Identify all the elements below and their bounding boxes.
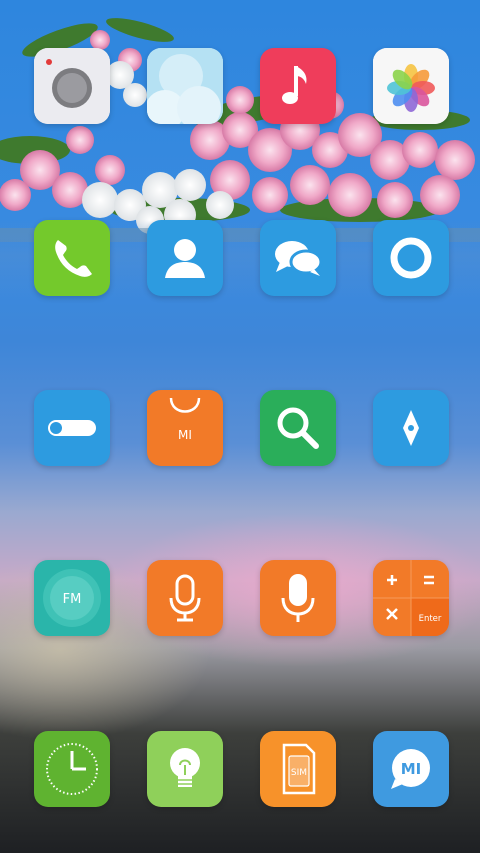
music-note-icon: [282, 66, 307, 104]
shopping-bag-icon: MI: [169, 397, 201, 442]
tips-app[interactable]: [147, 731, 223, 807]
gallery-app[interactable]: [373, 48, 449, 124]
mi-chat-icon: MI: [391, 749, 430, 789]
phone-app[interactable]: [34, 220, 110, 296]
mi-community-label: MI: [401, 760, 422, 778]
settings-app[interactable]: [34, 390, 110, 466]
phone-icon: [55, 240, 92, 277]
fm-radio-icon: FM: [43, 569, 101, 627]
mi-community-app[interactable]: MI: [373, 731, 449, 807]
calculator-enter-label: Enter: [419, 614, 442, 624]
mi-store-label: MI: [178, 428, 192, 442]
search-icon: [277, 407, 319, 449]
clock-icon: [46, 743, 98, 795]
mi-store-app[interactable]: MI: [147, 390, 223, 466]
browser-ring-icon: [390, 237, 432, 279]
contacts-app[interactable]: [147, 220, 223, 296]
recorder-app[interactable]: [147, 560, 223, 636]
clock-app[interactable]: [34, 731, 110, 807]
camera-icon: [34, 48, 110, 124]
app-grid: MI FM Enter SIM MI: [0, 0, 480, 853]
toggle-switch-icon: [48, 420, 96, 436]
search-app[interactable]: [260, 390, 336, 466]
sim-card-icon: SIM: [282, 743, 316, 795]
contact-icon: [165, 239, 205, 278]
camera-app[interactable]: [34, 48, 110, 124]
browser-app[interactable]: [373, 220, 449, 296]
weather-icon: [147, 48, 223, 124]
sim-label: SIM: [291, 768, 307, 778]
microphone-outline-icon: [169, 574, 201, 622]
message-bubbles-icon: [275, 241, 323, 276]
voice-assistant-app[interactable]: [260, 560, 336, 636]
microphone-icon: [281, 574, 315, 622]
messages-app[interactable]: [260, 220, 336, 296]
music-app[interactable]: [260, 48, 336, 124]
fm-label: FM: [63, 592, 82, 607]
calculator-app[interactable]: Enter: [373, 560, 449, 636]
lightbulb-icon: [170, 748, 200, 787]
compass-icon: [403, 410, 419, 446]
weather-app[interactable]: [147, 48, 223, 124]
gallery-flower-icon: [373, 48, 449, 124]
sim-toolkit-app[interactable]: SIM: [260, 731, 336, 807]
compass-app[interactable]: [373, 390, 449, 466]
fm-radio-app[interactable]: FM: [34, 560, 110, 636]
calculator-icon: Enter: [373, 560, 449, 636]
